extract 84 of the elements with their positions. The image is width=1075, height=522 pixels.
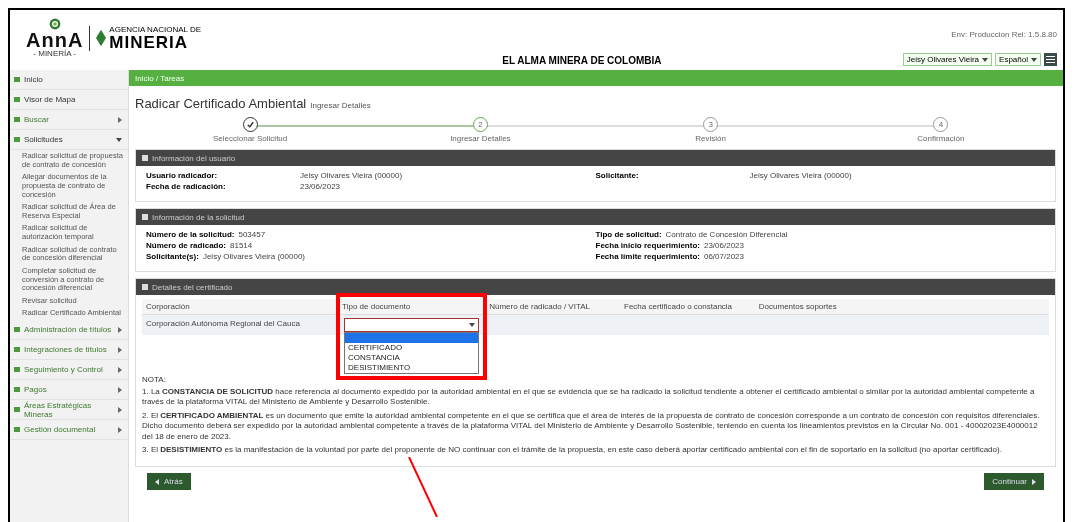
agency-caption: AGENCIA NACIONAL DE <box>109 25 202 34</box>
dropdown-option[interactable]: CERTIFICADO <box>345 343 479 353</box>
field-value: 503457 <box>238 230 266 239</box>
square-icon <box>14 367 20 372</box>
sidebar-item[interactable]: Visor de Mapa <box>10 90 128 110</box>
field-value: 23/06/2023 <box>703 241 744 250</box>
language-button[interactable]: Español <box>995 53 1041 66</box>
dropdown-option[interactable]: CONSTANCIA <box>345 353 479 363</box>
sidebar-menu-item[interactable]: Solicitudes <box>10 130 128 150</box>
table-cell: Corporación Autónoma Regional del Cauca <box>146 319 300 328</box>
continue-button[interactable]: Continuar <box>984 473 1044 491</box>
callout-line <box>408 457 439 517</box>
sidebar-item[interactable]: Inicio <box>10 70 128 90</box>
field-label: Fecha de radicación: <box>146 182 227 191</box>
document-icon <box>142 214 148 220</box>
document-icon <box>142 284 148 290</box>
step-label: Revisión <box>695 134 726 143</box>
sidebar-menu-item[interactable]: Pagos <box>10 380 128 400</box>
logo-brand: AnnA <box>26 30 84 50</box>
square-icon <box>14 347 20 352</box>
caret-icon <box>469 323 476 327</box>
sidebar-menu-item[interactable]: Áreas Estratégicas Mineras <box>10 400 128 420</box>
diamond-icon <box>96 29 107 47</box>
dropdown-option[interactable]: DESISTIMIENTO <box>345 363 479 373</box>
tagline: EL ALMA MINERA DE COLOMBIA <box>501 55 663 66</box>
field-value: 23/06/2023 <box>300 182 341 191</box>
sidebar-menu-item[interactable]: Seguimiento y Control <box>10 360 128 380</box>
column-header: Número de radicado / VITAL <box>489 302 590 311</box>
back-button[interactable]: Atrás <box>147 473 191 491</box>
step-label: Seleccionar Solicitud <box>213 134 288 143</box>
field-label: Tipo de solicitud: <box>595 230 662 239</box>
field-label: Solicitante: <box>595 171 640 180</box>
step-label: Ingresar Detalles <box>450 134 511 143</box>
panel-title: Información de la solicitud <box>152 212 245 222</box>
column-header: Tipo de documento <box>342 302 411 311</box>
page-title: Radicar Certificado Ambiental <box>135 96 307 111</box>
menu-icon[interactable] <box>1044 53 1057 66</box>
field-label: Usuario radicador: <box>146 171 219 180</box>
field-value: Contrato de Concesión Diferencial <box>665 230 788 239</box>
emblem-icon <box>48 18 61 30</box>
user-menu-button[interactable]: Jeisy Olivares Vieira <box>902 53 993 66</box>
step-indicator: 4 <box>933 117 949 132</box>
step-indicator: 2 <box>472 117 488 132</box>
square-icon <box>14 407 20 412</box>
panel-title: Detalles del certificado <box>152 282 233 292</box>
field-value: Jeisy Olivares Vieira (00000) <box>202 252 306 261</box>
sidebar-menu-item[interactable]: Integraciones de títulos <box>10 340 128 360</box>
note-paragraph: 3. El DESISTIMIENTO es la manifestación de la voluntad por parte del proponente de NO continuar con el trámite de la propuesta, en este caso deberá aportar certificado ambiental con el fin de soportarlo en la solicitud (no aportar certificado). <box>142 444 1003 456</box>
field-value: Jeisy Olivares Vieira (00000) <box>300 171 403 180</box>
sidebar-menu-item[interactable]: Gestión documental <box>10 420 128 440</box>
square-icon <box>14 137 20 142</box>
field-value: 06/07/2023 <box>703 252 744 261</box>
field-label: Número de la solicitud: <box>146 230 235 239</box>
field-value: 81514 <box>230 241 253 250</box>
sidebar-menu-item[interactable]: Administración de títulos <box>10 320 128 340</box>
note-paragraph: 2. El CERTIFICADO AMBIENTAL es un documento que emite la autoridad ambiental competente en el que se certifica que el área de interés de la propuesta de contrato de concesión corresponde a un contrato de concesión con requisitos diferenciales. Dicho documento deberá ser expedido por la autoridad ambiental competente a través de la plataforma VITAL del Ministerio de Ambiente y Desarrollo Sostenible, teniendo en cuenta los lineamientos previstos en la Circular No. 001 - 40002023E4000012 del 18 de enero de 2023. <box>142 410 1041 442</box>
step-label: Confirmación <box>917 134 965 143</box>
caret-icon <box>1031 57 1037 62</box>
field-label: Fecha límite requerimiento: <box>595 252 700 261</box>
page-subtitle: Ingresar Detalles <box>310 101 371 110</box>
square-icon <box>14 97 20 102</box>
notes-title: NOTA: <box>142 375 166 384</box>
user-icon <box>142 155 148 161</box>
column-header: Documentos soportes <box>758 302 837 311</box>
field-label: Fecha inicio requerimiento: <box>595 241 700 250</box>
square-icon <box>14 427 20 432</box>
field-value: Jeisy Olivares Vieira (00000) <box>749 171 852 180</box>
square-icon <box>14 327 20 332</box>
step-indicator: 3 <box>703 117 719 132</box>
column-header: Fecha certificado o constancia <box>624 302 733 311</box>
square-icon <box>14 117 20 122</box>
field-label: Solicitante(s): <box>146 252 199 261</box>
square-icon <box>14 387 20 392</box>
document-type-select[interactable] <box>344 318 480 332</box>
environment-label: Env: Produccion Rel: 1.5.8.80 <box>951 30 1057 39</box>
caret-icon <box>982 57 989 62</box>
sidebar-menu-item[interactable]: Buscar <box>10 110 128 130</box>
panel-title: Información del usuario <box>152 153 236 163</box>
field-label: Número de radicado: <box>146 241 226 250</box>
note-paragraph: 1. La CONSTANCIA DE SOLICITUD hace referencia al documento expedido por la autoridad ambiental en el que se evidencia que se ha radicado la solicitud tendiente a obtener el certificado ambiental o similar por la autoridad ambiental competente a través de la plataforma VITAL del Ministerio de Ambiente y Desarrollo Sostenible. <box>142 387 1036 408</box>
agency-name: MINERIA <box>109 33 190 51</box>
column-header: Corporación <box>146 302 190 311</box>
logo-subtitle: - MINERÍA - <box>33 50 76 58</box>
square-icon <box>14 77 20 82</box>
